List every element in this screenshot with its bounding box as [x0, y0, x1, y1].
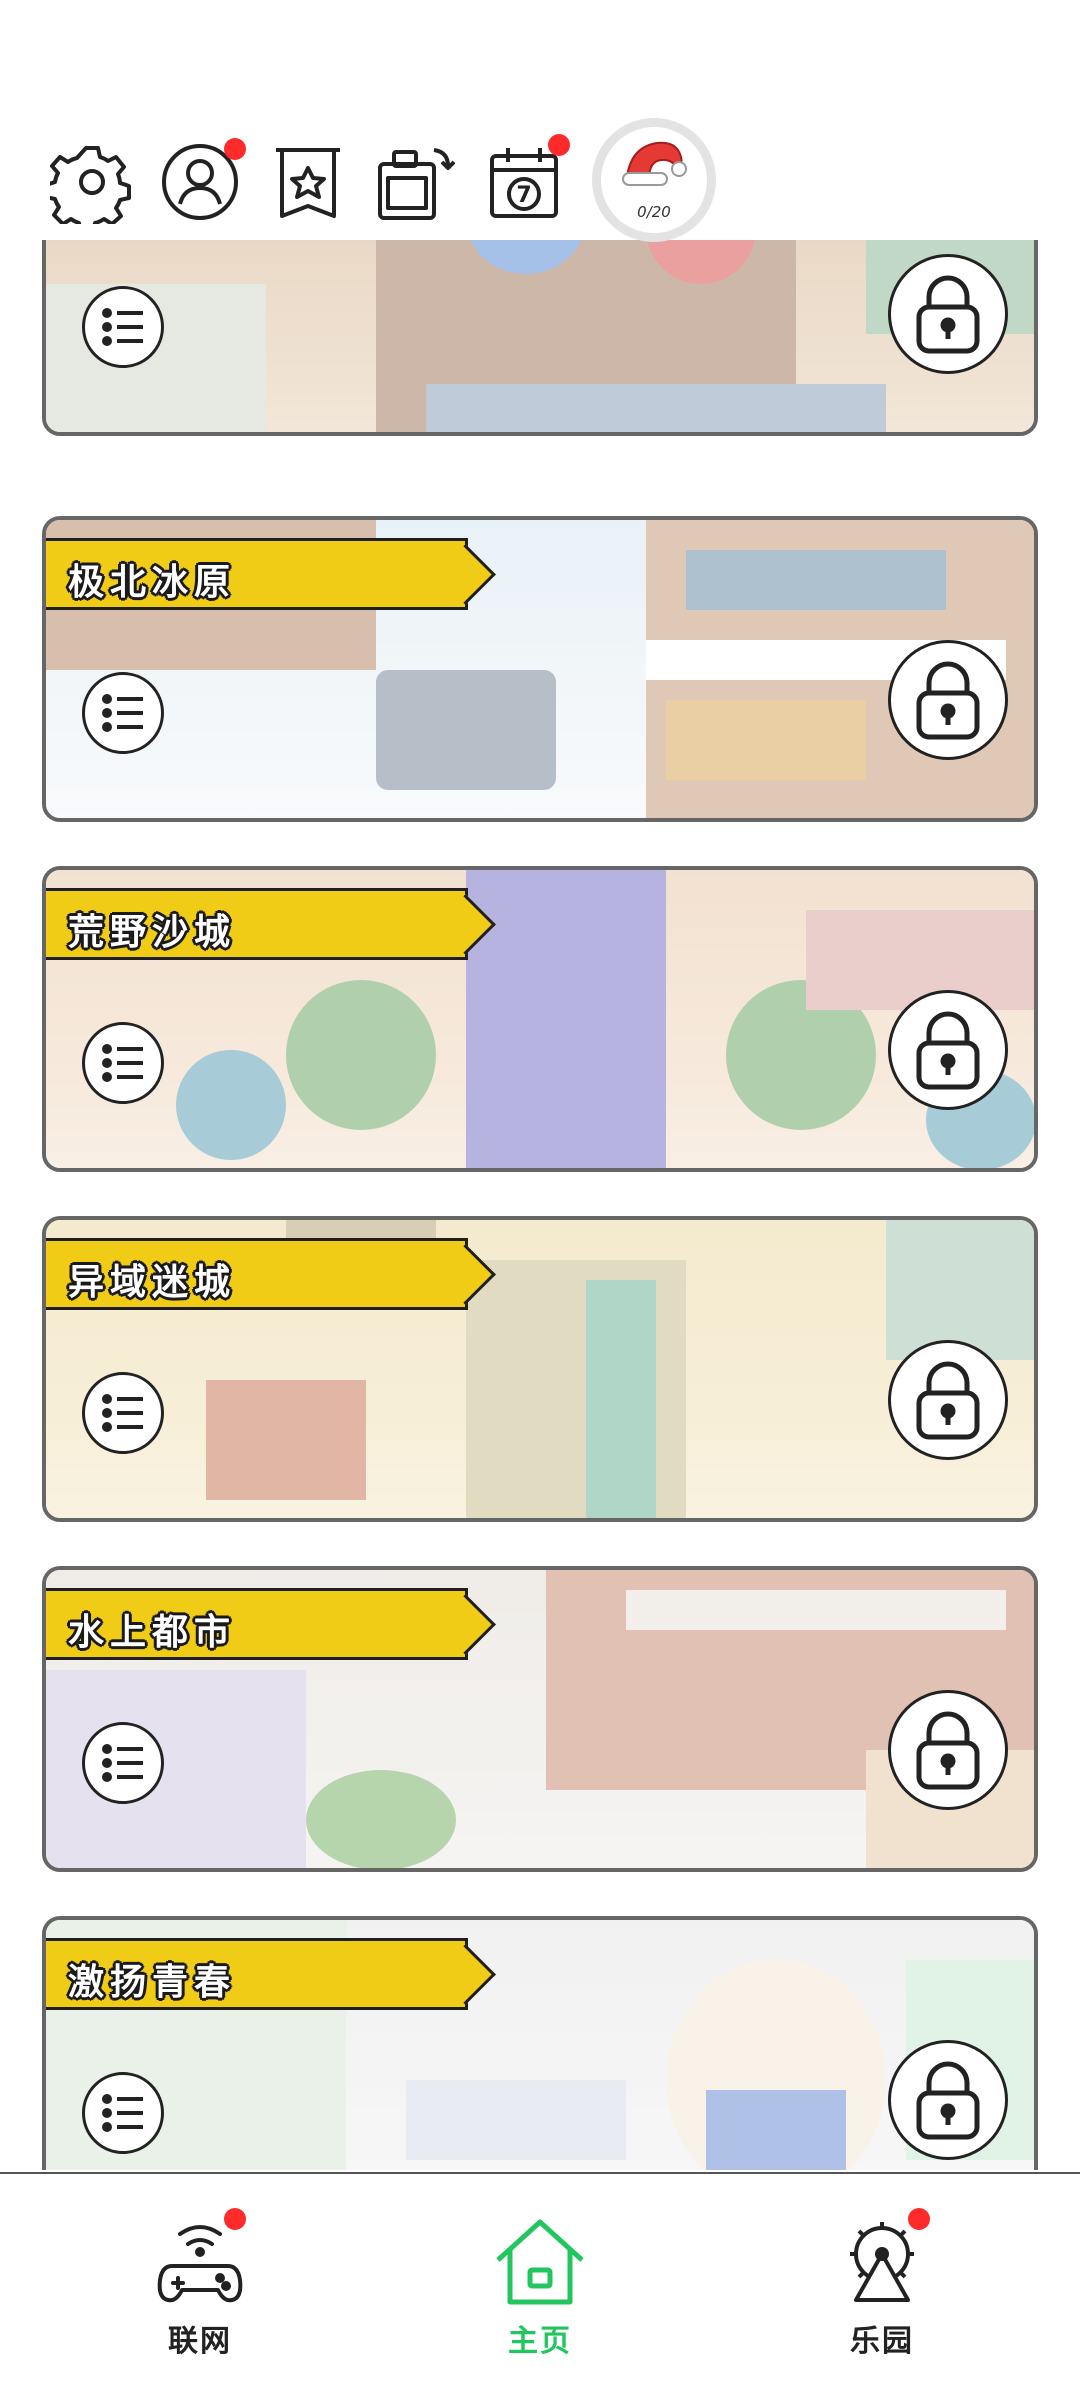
device-switch-button[interactable] — [374, 140, 458, 224]
list-icon — [102, 1744, 143, 1782]
nav-online-label: 联网 — [168, 2324, 232, 2359]
level-scene-opera — [46, 240, 1034, 432]
level-list-button[interactable] — [82, 1722, 164, 1804]
level-list-button[interactable] — [82, 1372, 164, 1454]
level-card[interactable]: 异域迷城 — [42, 1216, 1038, 1522]
level-lock-button[interactable] — [888, 640, 1008, 760]
device-swap-icon — [378, 148, 456, 220]
list-icon — [102, 308, 143, 346]
level-title: 极北冰原 — [68, 562, 237, 603]
profile-badge — [224, 138, 246, 160]
list-icon — [102, 2094, 143, 2132]
level-title-banner: 水上都市 — [46, 1588, 468, 1660]
level-list-button[interactable] — [82, 1022, 164, 1104]
level-list-button[interactable] — [82, 672, 164, 754]
lock-icon — [916, 661, 980, 740]
bookmarks-button[interactable] — [266, 140, 350, 224]
level-lock-button[interactable] — [888, 1690, 1008, 1810]
star-bookmark-icon — [276, 148, 340, 218]
hat-counter-button[interactable]: 0/20 — [592, 118, 716, 242]
gear-icon — [50, 146, 131, 224]
nav-online[interactable]: 联网 — [130, 2208, 270, 2364]
profile-button[interactable] — [158, 138, 246, 224]
lock-icon — [916, 1361, 980, 1440]
nav-online-badge — [224, 2208, 246, 2230]
level-card[interactable]: 极北冰原 — [42, 516, 1038, 822]
level-lock-button[interactable] — [888, 2040, 1008, 2160]
level-card[interactable]: 水上都市 — [42, 1566, 1038, 1872]
level-title: 荒野沙城 — [68, 912, 237, 953]
calendar-badge — [548, 134, 570, 156]
nav-park-label: 乐园 — [850, 2324, 914, 2359]
list-icon — [102, 1044, 143, 1082]
home-icon — [496, 2219, 584, 2305]
calendar-day: 7 — [516, 183, 531, 208]
level-lock-button[interactable] — [888, 990, 1008, 1110]
level-title-banner: 异域迷城 — [46, 1238, 468, 1310]
lock-icon — [916, 2061, 980, 2140]
level-list[interactable]: 极北冰原 荒野沙城 异域迷城 水上都市 激扬青春 — [0, 240, 1080, 2170]
nav-park-badge — [908, 2208, 930, 2230]
level-title: 激扬青春 — [68, 1962, 237, 2003]
level-card[interactable]: 激扬青春 — [42, 1916, 1038, 2170]
lock-icon — [916, 1711, 980, 1790]
level-card[interactable]: 荒野沙城 — [42, 866, 1038, 1172]
level-card[interactable] — [42, 240, 1038, 436]
level-title-banner: 极北冰原 — [46, 538, 468, 610]
level-list-button[interactable] — [82, 2072, 164, 2154]
level-title: 异域迷城 — [68, 1262, 237, 1303]
christmas-hat-icon — [622, 141, 687, 186]
lock-icon — [916, 1011, 980, 1090]
lock-icon — [916, 275, 980, 354]
nav-park[interactable]: 乐园 — [812, 2208, 952, 2364]
hat-counter-text: 0/20 — [637, 203, 671, 221]
top-toolbar: 7 0/20 — [0, 0, 1080, 242]
list-icon — [102, 694, 143, 732]
list-icon — [102, 1394, 143, 1432]
bottom-nav: 联网 主页 乐园 — [0, 2172, 1080, 2400]
level-lock-button[interactable] — [888, 254, 1008, 374]
nav-home-label: 主页 — [508, 2324, 572, 2359]
level-title-banner: 荒野沙城 — [46, 888, 468, 960]
level-title-banner: 激扬青春 — [46, 1938, 468, 2010]
settings-button[interactable] — [50, 140, 134, 224]
level-title: 水上都市 — [68, 1612, 237, 1653]
nav-home[interactable]: 主页 — [470, 2214, 610, 2364]
level-lock-button[interactable] — [888, 1340, 1008, 1460]
level-list-button[interactable] — [82, 286, 164, 368]
calendar-button[interactable]: 7 — [482, 134, 570, 224]
